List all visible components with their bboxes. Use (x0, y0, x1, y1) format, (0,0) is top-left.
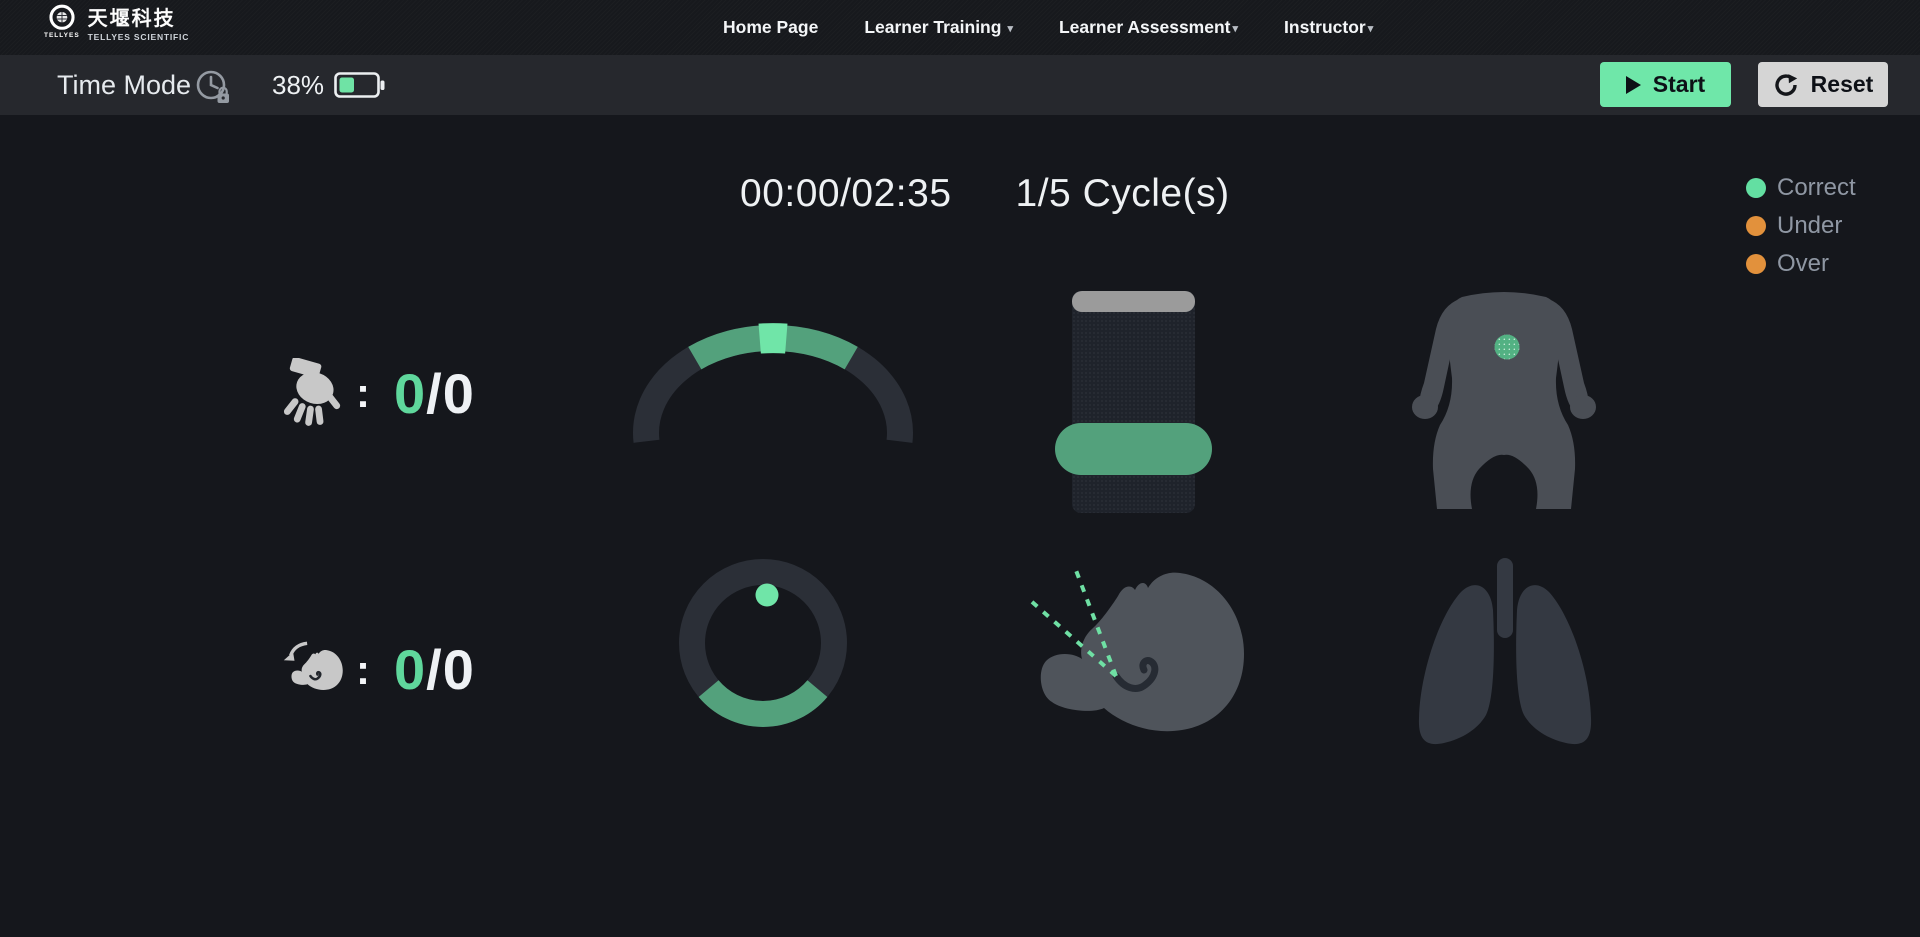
colon-separator: : (356, 646, 370, 694)
session-status: 00:00/02:35 1/5 Cycle(s) (740, 172, 1230, 216)
head-tilt-icon (278, 640, 344, 700)
cpr-dashboard: 00:00/02:35 1/5 Cycle(s) Correct Under O… (0, 115, 1920, 937)
piston-column (1072, 291, 1195, 513)
brand-name-cn: 天堰科技 (88, 7, 189, 31)
battery-indicator: 38% (272, 55, 386, 115)
battery-percent: 38% (272, 70, 324, 101)
under-dot-icon (1746, 216, 1766, 236)
hand-icon (282, 358, 344, 428)
result-legend: Correct Under Over (1746, 175, 1856, 289)
time-mode-label: Time Mode (57, 70, 191, 101)
piston-cap (1072, 291, 1195, 312)
legend-item-correct: Correct (1746, 175, 1856, 201)
brand-name-en: TELLYES SCIENTIFIC (88, 32, 189, 42)
battery-icon (334, 72, 386, 99)
session-timer: 00:00/02:35 (740, 172, 952, 216)
compression-count-total: /0 (426, 361, 475, 426)
reset-button[interactable]: Reset (1758, 62, 1888, 107)
ventilation-count-current: 0 (394, 637, 426, 702)
time-mode-indicator: Time Mode (57, 55, 233, 115)
legend-label: Over (1777, 250, 1829, 278)
control-toolbar: Time Mode 38% Start Reset (0, 55, 1920, 115)
torso-figure (1398, 283, 1610, 511)
lungs-icon (1405, 552, 1605, 764)
nav-item-learner-training[interactable]: Learner Training ▾ (864, 17, 1013, 38)
start-button[interactable]: Start (1600, 62, 1731, 107)
compression-depth-gauge (628, 318, 918, 458)
compression-counter: : 0 /0 (282, 358, 475, 428)
chevron-down-icon: ▾ (1368, 22, 1374, 35)
legend-label: Under (1777, 212, 1842, 240)
depth-marker (760, 338, 787, 339)
reset-icon (1773, 72, 1799, 98)
nav-item-home-page[interactable]: Home Page (723, 17, 818, 38)
legend-label: Correct (1777, 174, 1856, 202)
nav-item-label: Learner Assessment (1059, 17, 1231, 38)
target-volume-band (709, 689, 818, 714)
legend-item-over: Over (1746, 251, 1856, 277)
play-icon (1626, 76, 1641, 94)
hand-position-target (1495, 335, 1520, 360)
clock-lock-icon[interactable] (193, 67, 233, 107)
main-nav: Home Page Learner Training ▾ Learner Ass… (723, 0, 1373, 55)
ventilation-counter: : 0 /0 (278, 637, 475, 702)
ventilation-count-total: /0 (426, 637, 475, 702)
colon-separator: : (356, 369, 370, 417)
logo-mark: TELLYES (44, 4, 80, 39)
head-tilt-figure (1022, 552, 1250, 760)
nav-item-label: Instructor (1284, 17, 1366, 38)
over-dot-icon (1746, 254, 1766, 274)
top-navbar: TELLYES 天堰科技 TELLYES SCIENTIFIC Home Pag… (0, 0, 1920, 55)
cycle-counter: 1/5 Cycle(s) (1016, 172, 1230, 216)
volume-marker-dot (756, 584, 779, 607)
nav-item-instructor[interactable]: Instructor ▾ (1284, 17, 1373, 38)
ventilation-volume-gauge (673, 553, 853, 733)
brand-logo[interactable]: TELLYES 天堰科技 TELLYES SCIENTIFIC (44, 4, 189, 42)
chevron-down-icon: ▾ (1007, 22, 1013, 35)
nav-item-learner-assessment[interactable]: Learner Assessment ▾ (1059, 17, 1238, 38)
compression-count-current: 0 (394, 361, 426, 426)
compression-piston-indicator (1072, 291, 1195, 513)
tellyes-globe-icon (47, 4, 77, 34)
chevron-down-icon: ▾ (1233, 22, 1239, 35)
logo-mark-label: TELLYES (44, 32, 80, 39)
legend-item-under: Under (1746, 213, 1856, 239)
correct-dot-icon (1746, 178, 1766, 198)
start-button-label: Start (1653, 71, 1705, 98)
reset-button-label: Reset (1811, 71, 1874, 98)
nav-item-label: Learner Training (864, 17, 1001, 38)
piston-target-band (1055, 423, 1212, 475)
nav-item-label: Home Page (723, 17, 818, 38)
